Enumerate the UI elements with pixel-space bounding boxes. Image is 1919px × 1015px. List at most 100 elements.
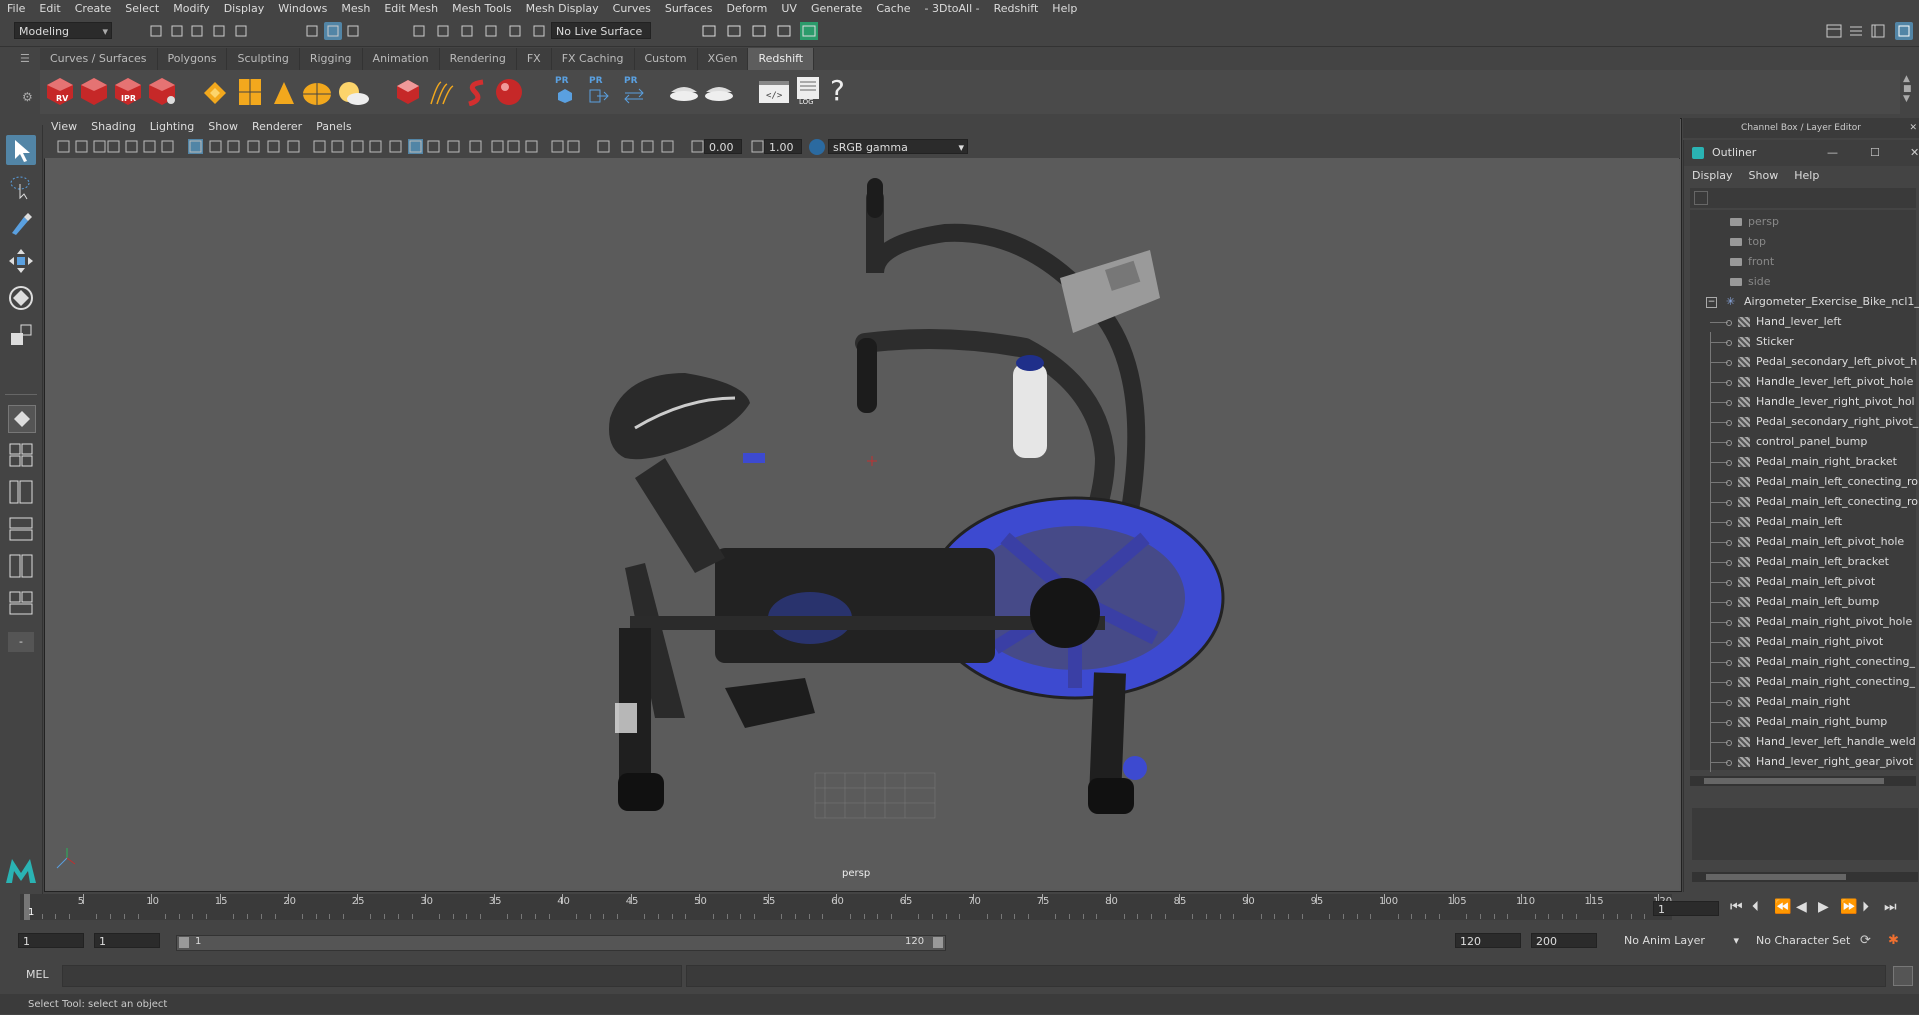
go-to-start-icon[interactable]: ⏮ xyxy=(1730,899,1743,915)
panel-tool-17-icon[interactable] xyxy=(368,139,383,154)
menu-file[interactable]: File xyxy=(0,0,32,17)
panel-menu-lighting[interactable]: Lighting xyxy=(143,118,201,136)
outliner-item[interactable]: Pedal_main_right_pivot_hole xyxy=(1690,612,1919,632)
outliner-item[interactable]: Pedal_main_right_bracket xyxy=(1690,452,1919,472)
color-management-icon[interactable] xyxy=(809,139,825,155)
3d-viewport[interactable]: persp xyxy=(45,158,1679,889)
step-forward-frame-icon[interactable]: ⏵ xyxy=(1862,899,1869,915)
render-settings-icon[interactable] xyxy=(700,22,718,40)
outliner-search[interactable] xyxy=(1690,188,1916,208)
scale-tool-icon[interactable] xyxy=(6,320,36,350)
undo-icon[interactable] xyxy=(210,22,228,40)
menu-create[interactable]: Create xyxy=(68,0,119,17)
persp-graph-icon[interactable] xyxy=(8,516,34,542)
proxy-icon[interactable] xyxy=(395,78,421,106)
menu-windows[interactable]: Windows xyxy=(271,0,334,17)
panel-tool-22-icon[interactable] xyxy=(468,139,483,154)
anim-layer-select[interactable]: No Anim Layer ▾ xyxy=(1620,933,1742,948)
panel-menu-renderer[interactable]: Renderer xyxy=(245,118,309,136)
hypershade-layout-icon[interactable] xyxy=(8,553,34,579)
step-back-key-icon[interactable]: ⏪ xyxy=(1774,899,1791,915)
close-icon[interactable]: ✕ xyxy=(1909,118,1917,138)
snap-point-icon[interactable] xyxy=(458,22,476,40)
outliner-menu-display[interactable]: Display xyxy=(1684,166,1741,186)
panel-tool-14-icon[interactable] xyxy=(312,139,327,154)
gamma-field[interactable]: 1.00 xyxy=(764,139,802,154)
outliner-item[interactable]: Pedal_main_left_conecting_ro xyxy=(1690,472,1919,492)
panel-tool-16-icon[interactable] xyxy=(350,139,365,154)
light-grid-icon[interactable] xyxy=(238,78,262,106)
select-component-icon[interactable] xyxy=(344,22,362,40)
panel-tool-20-icon[interactable] xyxy=(426,139,441,154)
snap-live-icon[interactable] xyxy=(530,22,548,40)
shelf-menu-icon[interactable]: ☰ xyxy=(20,52,30,65)
menu-help[interactable]: Help xyxy=(1045,0,1084,17)
panel-menu-shading[interactable]: Shading xyxy=(84,118,143,136)
maximize-icon[interactable]: ☐ xyxy=(1870,140,1880,166)
panel-tool-1-icon[interactable] xyxy=(56,139,71,154)
outliner-menu-help[interactable]: Help xyxy=(1786,166,1827,186)
tool-settings-icon[interactable] xyxy=(1869,22,1887,40)
menu-uv[interactable]: UV xyxy=(774,0,804,17)
script-editor-button-icon[interactable] xyxy=(1893,966,1913,986)
panel-tool-3-icon[interactable] xyxy=(92,139,107,154)
channel-box-icon[interactable] xyxy=(1895,22,1913,40)
menu-cache[interactable]: Cache xyxy=(869,0,917,17)
lasso-tool-icon[interactable] xyxy=(6,172,36,202)
menu-generate[interactable]: Generate xyxy=(804,0,869,17)
outliner-item[interactable]: Pedal_main_right_conecting_ xyxy=(1690,672,1919,692)
menu-deform[interactable]: Deform xyxy=(719,0,774,17)
select-hierarchy-icon[interactable] xyxy=(303,22,321,40)
lower-hscrollbar[interactable] xyxy=(1692,872,1918,882)
panel-tool-32-icon[interactable] xyxy=(690,139,705,154)
panel-tool-21-icon[interactable] xyxy=(446,139,461,154)
render-settings-icon[interactable] xyxy=(147,76,177,106)
outliner-item[interactable]: Pedal_main_left_conecting_ro xyxy=(1690,492,1919,512)
panel-tool-9-icon[interactable] xyxy=(208,139,223,154)
pr-cube-icon[interactable]: PR xyxy=(553,76,577,106)
outliner-item[interactable]: Pedal_main_left_bump xyxy=(1690,592,1919,612)
panel-tool-13-icon[interactable] xyxy=(286,139,301,154)
open-scene-icon[interactable] xyxy=(168,22,186,40)
panel-tool-10-icon[interactable] xyxy=(226,139,241,154)
range-handle-left[interactable] xyxy=(179,937,189,948)
shelf-tab-rendering[interactable]: Rendering xyxy=(439,48,517,70)
menu-modify[interactable]: Modify xyxy=(166,0,216,17)
outliner-item[interactable]: Pedal_main_left_pivot_hole xyxy=(1690,532,1919,552)
collapse-toggle-icon[interactable]: − xyxy=(1706,297,1717,308)
exposure-field[interactable]: 0.00 xyxy=(704,139,742,154)
panel-menu-view[interactable]: View xyxy=(44,118,84,136)
snap-surface-icon[interactable] xyxy=(506,22,524,40)
snap-grid-icon[interactable] xyxy=(410,22,428,40)
collapse-toolbox-icon[interactable]: - xyxy=(8,632,34,652)
start-time-field[interactable]: 1 xyxy=(18,933,84,948)
panel-tool-8-icon[interactable] xyxy=(188,139,203,154)
time-slider-track[interactable]: 5 10 15 20 25 30 35 40 45 50 55 60 65 70 75 80 85 90 95 100… xyxy=(20,894,1672,920)
shelf-tab-fx-caching[interactable]: FX Caching xyxy=(551,48,635,70)
panel-tool-5-icon[interactable] xyxy=(124,139,139,154)
outliner-item[interactable]: Pedal_main_right_pivot xyxy=(1690,632,1919,652)
panel-tool-19-icon[interactable] xyxy=(408,139,423,154)
outliner-camera-persp[interactable]: persp xyxy=(1690,212,1919,232)
command-input[interactable] xyxy=(62,965,682,987)
material-assign-icon[interactable] xyxy=(703,78,735,106)
outliner-item[interactable]: Pedal_main_left_pivot xyxy=(1690,572,1919,592)
shelf-tab-sculpting[interactable]: Sculpting xyxy=(227,48,300,70)
outliner-hscrollbar[interactable] xyxy=(1690,776,1916,786)
select-object-icon[interactable] xyxy=(324,22,342,40)
menu-edit-mesh[interactable]: Edit Mesh xyxy=(377,0,445,17)
playback-end-field[interactable]: 120 xyxy=(1455,933,1521,948)
playback-start-field[interactable]: 1 xyxy=(94,933,160,948)
shelf-tab-polygons[interactable]: Polygons xyxy=(157,48,228,70)
panel-tool-11-icon[interactable] xyxy=(246,139,261,154)
render-frame-icon[interactable] xyxy=(725,22,743,40)
outliner-camera-top[interactable]: top xyxy=(1690,232,1919,252)
outliner-item[interactable]: Handle_lever_right_pivot_hol xyxy=(1690,392,1919,412)
pr-export-icon[interactable]: PR xyxy=(587,76,611,106)
panel-tool-15-icon[interactable] xyxy=(330,139,345,154)
panel-tool-12-icon[interactable] xyxy=(266,139,281,154)
render-view-icon[interactable]: RV xyxy=(45,76,75,106)
minimize-icon[interactable]: — xyxy=(1827,140,1838,166)
scrollbar-thumb[interactable] xyxy=(1706,874,1846,880)
auto-key-icon[interactable]: ✱ xyxy=(1888,933,1899,948)
